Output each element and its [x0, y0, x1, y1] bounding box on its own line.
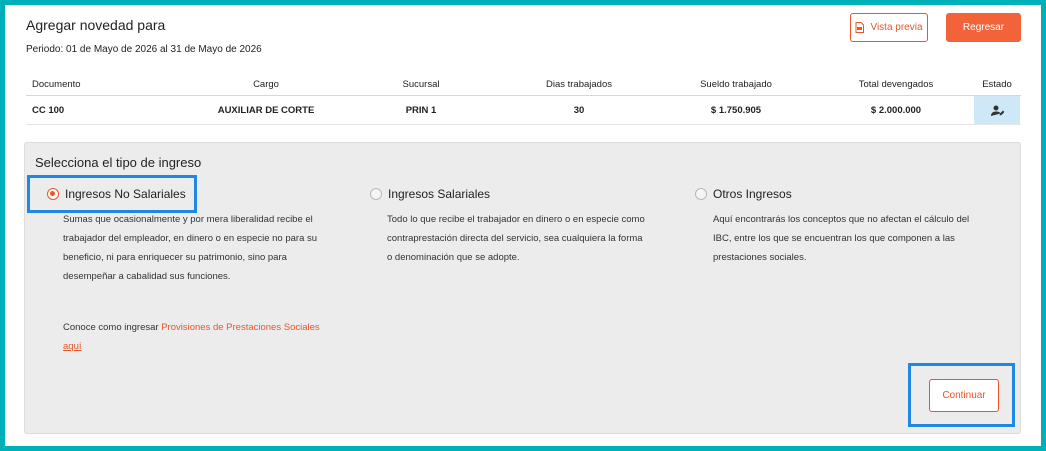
user-edit-icon: [990, 105, 1004, 116]
column-header-dias: Dias trabajados: [545, 78, 612, 90]
column-header-total: Total devengados: [858, 78, 934, 90]
description-line: trabajador del empleador, en dinero o en…: [63, 233, 318, 244]
page-title: Agregar novedad para: [26, 17, 166, 33]
column-header-documento: Documento: [32, 78, 81, 90]
description-line: Aquí encontrarás los conceptos que no af…: [713, 214, 970, 225]
cell-sucursal: PRIN 1: [405, 104, 437, 116]
provisiones-link[interactable]: Provisiones de Prestaciones Sociales: [161, 322, 319, 333]
employee-table: Documento Cargo Sucursal Dias trabajados…: [26, 73, 1021, 125]
note-line: aquí: [63, 337, 320, 356]
table-header: Documento Cargo Sucursal Dias trabajados…: [26, 73, 1021, 96]
note-prefix: Conoce como ingresar: [63, 322, 159, 333]
description-line: Todo lo que recibe el trabajador en dine…: [387, 214, 645, 225]
column-header-sueldo: Sueldo trabajado: [700, 78, 772, 90]
description-line: o denominación que se adopte.: [387, 252, 520, 263]
description-no-salariales: Sumas que ocasionalmente y por mera libe…: [63, 210, 317, 286]
preview-button[interactable]: Vista previa: [850, 13, 928, 42]
radio-icon[interactable]: [695, 188, 707, 200]
table-row: CC 100 AUXILIAR DE CORTE PRIN 1 30 $ 1.7…: [26, 96, 1021, 125]
column-header-cargo: Cargo: [253, 78, 279, 90]
cell-documento: CC 100: [32, 104, 65, 116]
estado-button[interactable]: [974, 96, 1020, 124]
back-button[interactable]: Regresar: [946, 13, 1021, 42]
pdf-file-icon: [855, 22, 865, 33]
option-otros-ingresos[interactable]: Otros Ingresos: [695, 187, 792, 201]
period-label: Periodo: 01 de Mayo de 2026 al 31 de May…: [26, 44, 262, 55]
continue-button[interactable]: Continuar: [929, 379, 999, 412]
provisiones-note: Conoce como ingresar Provisiones de Pres…: [63, 318, 320, 356]
preview-button-label: Vista previa: [870, 22, 923, 33]
note-line: Conoce como ingresar Provisiones de Pres…: [63, 318, 320, 337]
radio-icon[interactable]: [370, 188, 382, 200]
description-otros-ingresos: Aquí encontrarás los conceptos que no af…: [713, 210, 969, 267]
description-line: beneficio, ni para enriquecer su patrimo…: [63, 252, 287, 263]
column-header-estado: Estado: [982, 78, 1012, 90]
description-line: IBC, entre los que se encuentran los que…: [713, 233, 955, 244]
aqui-link[interactable]: aquí: [63, 341, 82, 352]
cell-dias: 30: [573, 104, 585, 116]
column-header-sucursal: Sucursal: [402, 78, 440, 90]
cell-total: $ 2.000.000: [870, 104, 922, 116]
cell-cargo: AUXILIAR DE CORTE: [217, 104, 315, 116]
description-line: desempeñar a cabalidad sus funciones.: [63, 271, 231, 282]
panel-title: Selecciona el tipo de ingreso: [35, 155, 202, 170]
cell-sueldo: $ 1.750.905: [710, 104, 762, 116]
highlight-box-option: [27, 175, 197, 213]
option-ingresos-salariales[interactable]: Ingresos Salariales: [370, 187, 490, 201]
description-line: contraprestación directa del servicio, s…: [387, 233, 643, 244]
option-label: Ingresos Salariales: [388, 187, 491, 201]
description-salariales: Todo lo que recibe el trabajador en dine…: [387, 210, 645, 267]
description-line: prestaciones sociales.: [713, 252, 807, 263]
option-label: Otros Ingresos: [713, 187, 792, 201]
